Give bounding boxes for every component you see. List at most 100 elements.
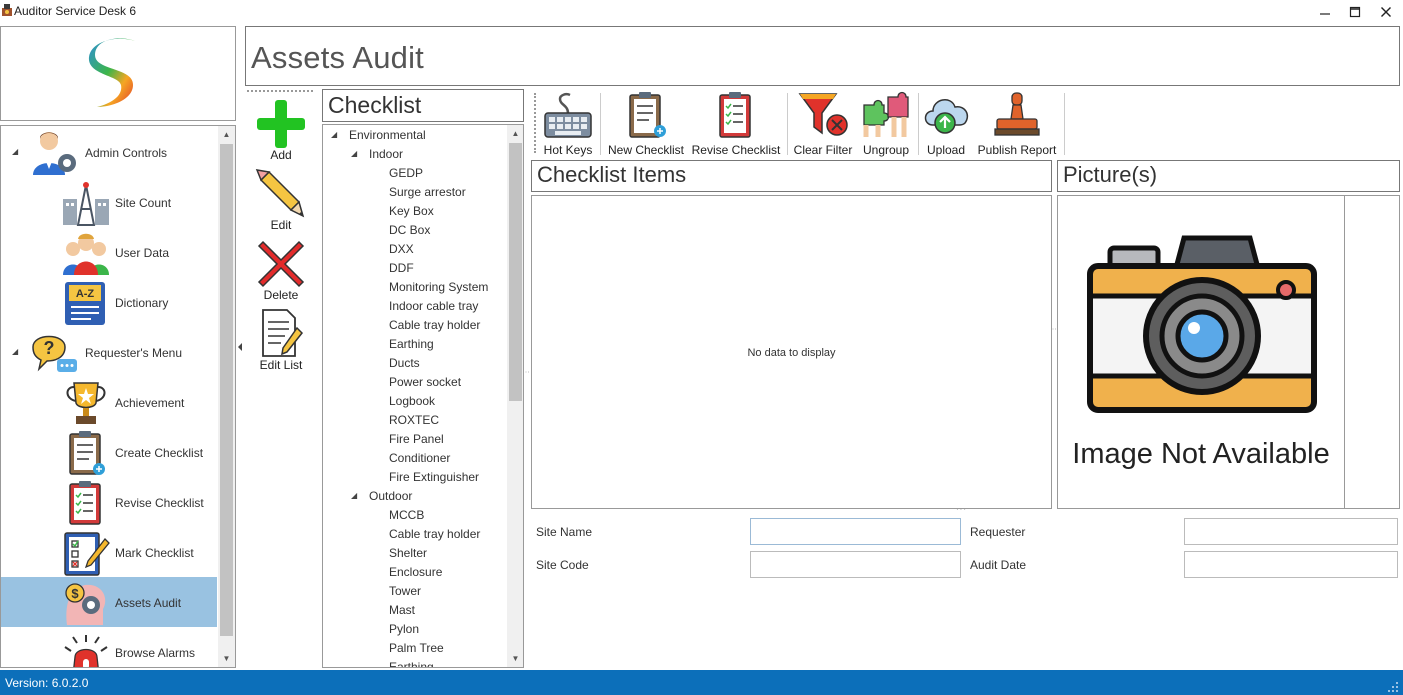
tree-leaf[interactable]: Earthing <box>389 660 434 667</box>
nav-item-revise-checklist[interactable]: Revise Checklist <box>1 477 217 527</box>
new-checklist-button[interactable]: New Checklist <box>605 89 687 157</box>
tree-node-outdoor[interactable]: Outdoor <box>369 489 412 503</box>
scroll-up-icon[interactable]: ▲ <box>507 125 523 142</box>
delete-button[interactable]: Delete <box>242 238 320 302</box>
nav-group-admin-controls[interactable]: ◢ Admin Controls <box>1 127 217 177</box>
nav-group-requesters-menu[interactable]: ◢ ? Requester's Menu <box>1 327 217 377</box>
clear-filter-button[interactable]: Clear Filter <box>791 89 855 157</box>
site-code-input[interactable] <box>750 551 961 578</box>
site-name-input[interactable] <box>750 518 961 545</box>
resize-grip-icon[interactable] <box>1388 682 1400 694</box>
tree-leaf[interactable]: Palm Tree <box>389 641 444 655</box>
scroll-thumb[interactable] <box>509 143 522 401</box>
upload-button[interactable]: Upload <box>921 89 971 157</box>
collapse-icon[interactable]: ◢ <box>351 149 357 158</box>
edit-button[interactable]: Edit <box>242 168 320 232</box>
revise-checklist-label: Revise Checklist <box>691 143 781 157</box>
collapse-icon[interactable]: ◢ <box>331 130 337 139</box>
toolbar-separator <box>787 93 788 155</box>
trophy-icon <box>66 382 106 424</box>
nav-item-user-data[interactable]: User Data <box>1 227 217 277</box>
requester-input[interactable] <box>1184 518 1398 545</box>
assets-audit-icon: $ <box>65 583 106 625</box>
status-bar: Version: 6.0.2.0 <box>0 670 1403 695</box>
scroll-up-icon[interactable]: ▲ <box>218 126 235 143</box>
nav-item-assets-audit[interactable]: $ Assets Audit <box>1 577 217 627</box>
tree-node-environmental[interactable]: Environmental <box>349 128 426 142</box>
minimize-button[interactable] <box>1310 0 1340 24</box>
checklist-items-grid[interactable]: No data to display <box>531 195 1052 509</box>
nav-item-label: Achievement <box>115 396 185 410</box>
site-count-icon <box>63 182 109 226</box>
tree-leaf[interactable]: Shelter <box>389 546 427 560</box>
site-code-label: Site Code <box>536 558 589 572</box>
tree-node-indoor[interactable]: Indoor <box>369 147 403 161</box>
scroll-down-icon[interactable]: ▼ <box>507 650 523 667</box>
user-data-icon <box>63 233 109 275</box>
picture-box[interactable]: Image Not Available <box>1057 195 1345 509</box>
checklist-items-title: Checklist Items <box>537 162 687 187</box>
nav-item-label: Revise Checklist <box>115 496 204 510</box>
admin-controls-icon <box>33 132 76 175</box>
publish-report-button[interactable]: Publish Report <box>975 89 1059 157</box>
edit-list-label: Edit List <box>259 358 303 372</box>
tree-leaf[interactable]: Cable tray holder <box>389 318 480 332</box>
collapse-icon[interactable]: ◢ <box>12 147 18 156</box>
nav-item-create-checklist[interactable]: Create Checklist <box>1 427 217 477</box>
tree-leaf[interactable]: Logbook <box>389 394 435 408</box>
tree-leaf[interactable]: DXX <box>389 242 414 256</box>
collapse-icon[interactable]: ◢ <box>351 491 357 500</box>
nav-item-achievement[interactable]: Achievement <box>1 377 217 427</box>
checklist-tree[interactable]: ◢ Environmental ◢ Indoor GEDP Surge arre… <box>322 124 524 668</box>
edit-list-button[interactable]: Edit List <box>242 308 320 372</box>
hot-keys-label: Hot Keys <box>543 143 593 157</box>
tree-leaf[interactable]: Cable tray holder <box>389 527 480 541</box>
tree-leaf[interactable]: DDF <box>389 261 414 275</box>
add-button[interactable]: Add <box>242 98 320 162</box>
nav-item-label: Create Checklist <box>115 446 204 460</box>
tree-leaf[interactable]: DC Box <box>389 223 430 237</box>
tree-leaf[interactable]: Conditioner <box>389 451 450 465</box>
collapse-icon[interactable]: ◢ <box>12 347 18 356</box>
tree-leaf[interactable]: Earthing <box>389 337 434 351</box>
requesters-menu-icon: ? <box>32 335 77 372</box>
tree-leaf[interactable]: Mast <box>389 603 415 617</box>
checklist-items-header: Checklist Items <box>531 160 1052 192</box>
revise-checklist-icon <box>719 92 751 138</box>
tree-leaf[interactable]: Pylon <box>389 622 419 636</box>
tree-leaf[interactable]: Surge arrestor <box>389 185 466 199</box>
tree-scrollbar[interactable]: ▲ ▼ <box>507 125 523 667</box>
toolbar-separator <box>1064 93 1065 155</box>
audit-date-input[interactable] <box>1184 551 1398 578</box>
tree-leaf[interactable]: Tower <box>389 584 421 598</box>
nav-item-mark-checklist[interactable]: Mark Checklist <box>1 527 217 577</box>
revise-checklist-button[interactable]: Revise Checklist <box>691 89 781 157</box>
nav-item-dictionary[interactable]: A-Z Dictionary <box>1 277 217 327</box>
tree-leaf[interactable]: Ducts <box>389 356 420 370</box>
action-bar-grip <box>247 90 313 92</box>
mark-checklist-icon <box>64 532 110 576</box>
tree-leaf[interactable]: MCCB <box>389 508 424 522</box>
tree-leaf[interactable]: Fire Extinguisher <box>389 470 479 484</box>
nav-item-site-count[interactable]: Site Count <box>1 177 217 227</box>
tree-leaf[interactable]: Indoor cable tray <box>389 299 478 313</box>
ungroup-button[interactable]: Ungroup <box>858 89 914 157</box>
tree-leaf[interactable]: Power socket <box>389 375 461 389</box>
tree-leaf[interactable]: Key Box <box>389 204 434 218</box>
new-checklist-label: New Checklist <box>607 143 685 157</box>
maximize-button[interactable] <box>1340 0 1370 24</box>
splitter-grip[interactable]: ··· <box>956 505 967 514</box>
tree-leaf[interactable]: Enclosure <box>389 565 442 579</box>
scroll-down-icon[interactable]: ▼ <box>218 650 235 667</box>
nav-item-browse-alarms[interactable]: Browse Alarms <box>1 627 217 667</box>
nav-item-label: Dictionary <box>115 296 169 310</box>
tree-leaf[interactable]: Monitoring System <box>389 280 488 294</box>
scroll-thumb[interactable] <box>220 144 233 636</box>
nav-scrollbar[interactable]: ▲ ▼ <box>218 126 235 667</box>
tree-leaf[interactable]: GEDP <box>389 166 423 180</box>
tree-leaf[interactable]: ROXTEC <box>389 413 439 427</box>
tree-leaf[interactable]: Fire Panel <box>389 432 444 446</box>
image-not-available-text: Image Not Available <box>1072 438 1330 470</box>
hot-keys-button[interactable]: Hot Keys <box>540 89 596 157</box>
close-button[interactable] <box>1371 0 1401 24</box>
